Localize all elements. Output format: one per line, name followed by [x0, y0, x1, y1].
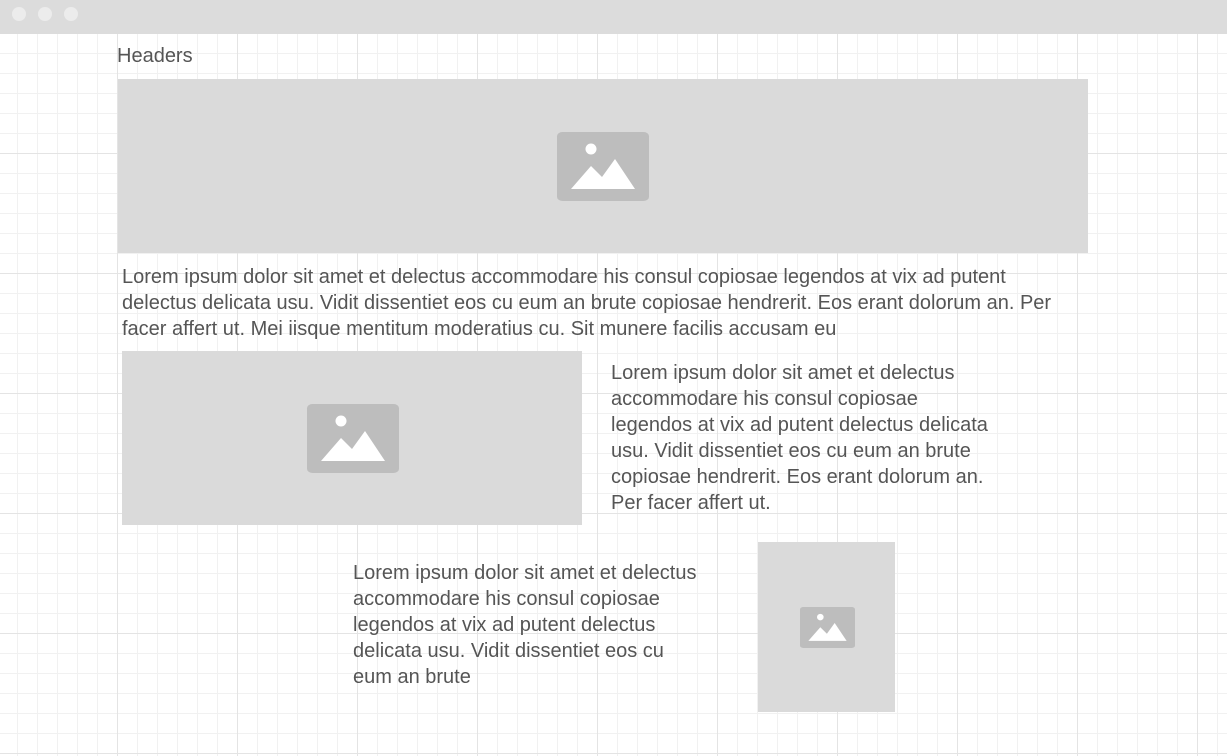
image-placeholder-icon [557, 132, 649, 201]
media-right-image-placeholder [758, 542, 895, 712]
maximize-dot[interactable] [64, 7, 78, 21]
hero-image-placeholder [118, 79, 1088, 253]
image-placeholder-icon [307, 404, 399, 473]
close-dot[interactable] [12, 7, 26, 21]
image-placeholder-icon [800, 607, 855, 648]
window-titlebar [0, 0, 1227, 34]
minimize-dot[interactable] [38, 7, 52, 21]
paragraph-media-left: Lorem ipsum dolor sit amet et delectus a… [611, 362, 988, 514]
page-header: Headers [117, 45, 193, 67]
paragraph-media-right: Lorem ipsum dolor sit amet et delectus a… [353, 562, 697, 688]
media-left-image-placeholder [122, 351, 582, 525]
paragraph-full-width: Lorem ipsum dolor sit amet et delectus a… [122, 266, 1052, 340]
